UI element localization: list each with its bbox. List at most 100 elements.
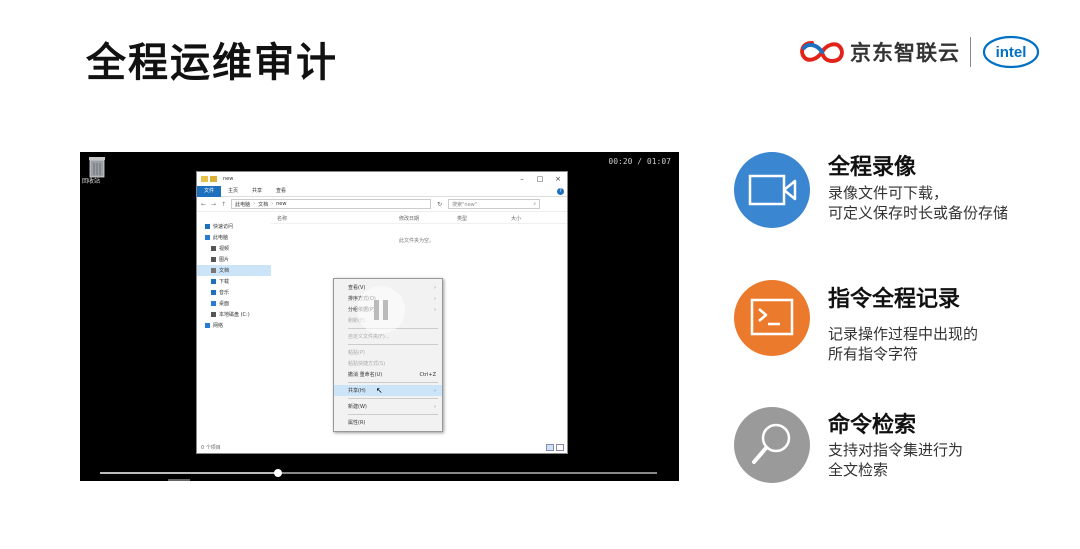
context-menu-item-label: 新建(W) bbox=[348, 404, 367, 410]
context-menu-item[interactable]: 属性(R) bbox=[334, 417, 442, 428]
explorer-search-input[interactable]: 搜索"new" ⌕ bbox=[448, 199, 541, 209]
column-type[interactable]: 类型 bbox=[457, 215, 467, 222]
tab-share[interactable]: 共享 bbox=[245, 186, 269, 197]
page-title: 全程运维审计 bbox=[86, 40, 338, 86]
picture-icon bbox=[211, 257, 216, 262]
intel-logo-icon: intel bbox=[982, 35, 1040, 69]
terminal-icon bbox=[734, 280, 810, 356]
help-icon[interactable]: ? bbox=[557, 187, 564, 195]
feature-desc-line: 记录操作过程中出现的 bbox=[828, 325, 979, 343]
video-buffer-mark bbox=[168, 479, 190, 481]
search-icon: ⌕ bbox=[533, 201, 537, 207]
nav-item[interactable]: 桌面 bbox=[197, 298, 271, 309]
video-icon bbox=[211, 246, 216, 251]
feature-command-search: 命令检索 支持对指令集进行为 全文检索 bbox=[732, 405, 1062, 485]
context-menu-item-label: 属性(R) bbox=[348, 420, 366, 426]
recording-video-player[interactable]: 回收站 00:20 / 01:07 new – □ × 文件 主页 共享 查看 … bbox=[80, 152, 679, 481]
nav-item-label: 音乐 bbox=[219, 290, 230, 296]
close-icon[interactable]: × bbox=[549, 175, 567, 183]
jd-cloud-logo-icon bbox=[800, 41, 844, 64]
chevron-right-icon: › bbox=[434, 387, 436, 394]
chevron-right-icon: › bbox=[434, 295, 436, 302]
menu-separator bbox=[348, 414, 438, 415]
nav-item[interactable]: 文档 bbox=[197, 265, 271, 276]
folder-icon bbox=[201, 176, 208, 182]
context-menu-item-label: 查看(V) bbox=[348, 285, 366, 291]
context-menu-item[interactable]: 共享(H) › ↖ bbox=[334, 385, 442, 396]
music-icon bbox=[211, 290, 216, 295]
folder-icon bbox=[210, 176, 217, 182]
nav-item-label: 快速访问 bbox=[213, 224, 234, 230]
feature-desc-line: 支持对指令集进行为 bbox=[828, 441, 964, 459]
breadcrumb-item[interactable]: new bbox=[276, 201, 286, 207]
mouse-cursor-icon: ↖ bbox=[376, 386, 383, 395]
address-path[interactable]: 此电脑 › 文档 › new bbox=[231, 199, 432, 209]
nav-item[interactable]: 本地磁盘 (C:) bbox=[197, 309, 271, 320]
breadcrumb-item[interactable]: 文档 bbox=[258, 201, 268, 208]
nav-item-label: 桌面 bbox=[219, 301, 230, 307]
nav-item[interactable]: 快速访问 bbox=[197, 221, 271, 232]
up-icon[interactable]: ↑ bbox=[221, 201, 226, 208]
column-size[interactable]: 大小 bbox=[511, 215, 521, 222]
feature-desc-line: 全文检索 bbox=[828, 461, 889, 479]
brand-divider bbox=[970, 37, 971, 67]
context-menu-item-label: 自定义文件夹(F)... bbox=[348, 334, 390, 340]
back-icon[interactable]: ← bbox=[201, 201, 206, 208]
nav-item[interactable]: 图片 bbox=[197, 254, 271, 265]
magnifier-icon bbox=[734, 407, 810, 483]
menu-separator bbox=[348, 382, 438, 383]
star-icon bbox=[205, 224, 210, 229]
context-menu-item-label: 粘贴(P) bbox=[348, 350, 365, 356]
video-camera-icon bbox=[734, 152, 810, 228]
nav-item[interactable]: 下载 bbox=[197, 276, 271, 287]
context-menu-item[interactable]: 新建(W) › bbox=[334, 401, 442, 412]
recycle-bin-label: 回收站 bbox=[82, 178, 101, 185]
nav-item[interactable]: 音乐 bbox=[197, 287, 271, 298]
column-name[interactable]: 名称 bbox=[277, 215, 287, 222]
tab-home[interactable]: 主页 bbox=[221, 186, 245, 197]
nav-item[interactable]: 视频 bbox=[197, 243, 271, 254]
tab-view[interactable]: 查看 bbox=[269, 186, 293, 197]
navigation-pane: 快速访问此电脑 视频 图片文档下载音乐桌面本地磁盘 (C:) 网络 bbox=[197, 213, 271, 441]
status-bar-count: 0 个项目 bbox=[201, 445, 221, 451]
nav-item[interactable]: 网络 bbox=[197, 320, 271, 331]
chevron-right-icon: › bbox=[434, 403, 436, 410]
document-icon bbox=[211, 268, 216, 273]
column-modified[interactable]: 修改日期 bbox=[399, 215, 419, 222]
nav-item-label: 网络 bbox=[213, 323, 224, 329]
explorer-titlebar[interactable]: new – □ × bbox=[197, 172, 567, 186]
maximize-icon[interactable]: □ bbox=[531, 175, 549, 183]
video-progress-fill bbox=[100, 472, 279, 474]
refresh-icon[interactable]: ↻ bbox=[437, 201, 442, 208]
disk-icon bbox=[211, 312, 216, 317]
feature-title: 命令检索 bbox=[828, 413, 917, 438]
video-progress-handle[interactable] bbox=[274, 469, 283, 477]
menu-separator bbox=[348, 398, 438, 399]
video-progress-bar[interactable] bbox=[100, 469, 657, 477]
breadcrumb-item[interactable]: 此电脑 bbox=[235, 201, 250, 208]
feature-command-recording: 指令全程记录 记录操作过程中出现的 所有指令字符 bbox=[732, 278, 1062, 363]
context-menu-shortcut: Ctrl+Z bbox=[419, 371, 436, 378]
forward-icon[interactable]: → bbox=[211, 201, 216, 208]
jd-cloud-brand-name: 京东智联云 bbox=[850, 41, 960, 65]
nav-item-label: 本地磁盘 (C:) bbox=[219, 312, 250, 318]
feature-desc-line: 录像文件可下载， bbox=[828, 184, 949, 202]
minimize-icon[interactable]: – bbox=[513, 175, 531, 183]
nav-item-label: 文档 bbox=[219, 268, 230, 274]
brand-logos: 京东智联云 intel bbox=[798, 32, 1041, 72]
feature-full-recording: 全程录像 录像文件可下载， 可定义保存时长或备份存储 bbox=[732, 150, 1062, 230]
pause-icon[interactable] bbox=[357, 286, 405, 334]
context-menu-item-label: 粘贴快捷方式(S) bbox=[348, 361, 386, 367]
desktop-icon bbox=[211, 301, 216, 306]
nav-item-label: 下载 bbox=[219, 279, 230, 285]
tab-file[interactable]: 文件 bbox=[197, 185, 222, 197]
context-menu-item[interactable]: 撤消 重命名(U) Ctrl+Z bbox=[334, 369, 442, 380]
chevron-right-icon: › bbox=[434, 284, 436, 291]
slide: 全程运维审计 京东智联云 intel 回收站 00:20 / 01:07 new… bbox=[0, 0, 1080, 549]
details-view-icon[interactable] bbox=[546, 444, 554, 451]
window-controls: – □ × bbox=[513, 175, 567, 183]
nav-item[interactable]: 此电脑 bbox=[197, 232, 271, 243]
large-icons-view-icon[interactable] bbox=[556, 444, 564, 451]
download-icon bbox=[211, 279, 216, 284]
context-menu-item: 粘贴快捷方式(S) bbox=[334, 358, 442, 369]
